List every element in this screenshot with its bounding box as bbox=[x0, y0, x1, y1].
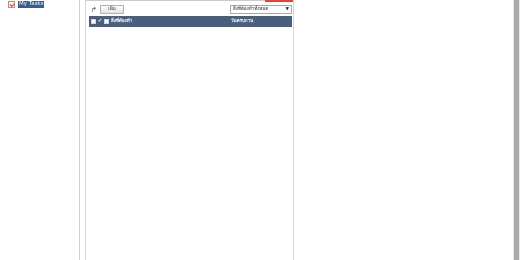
sidebar-item-label: My Tasks bbox=[18, 0, 45, 8]
task-panel: ↱ เพิ่ม สิ่งที่ต้องทำทั้งหมด ▼ ✔ สิ่งที่… bbox=[85, 0, 294, 260]
add-task-button[interactable]: เพิ่ม bbox=[100, 5, 124, 14]
app-root: My Tasks ↱ เพิ่ม สิ่งที่ต้องทำทั้งหมด ▼ … bbox=[0, 0, 520, 260]
priority-checkbox[interactable] bbox=[104, 19, 109, 24]
scrollbar-thumb[interactable] bbox=[514, 0, 519, 260]
panel-accent-mark bbox=[265, 0, 293, 2]
chevron-down-icon: ▼ bbox=[285, 7, 289, 12]
task-list bbox=[89, 27, 292, 260]
page-scrollbar[interactable] bbox=[513, 0, 520, 260]
task-list-icon bbox=[8, 0, 15, 8]
column-header-task[interactable]: สิ่งที่ต้องทำ bbox=[111, 18, 132, 25]
task-toolbar: ↱ เพิ่ม สิ่งที่ต้องทำทั้งหมด ▼ bbox=[91, 5, 292, 15]
task-table-header: ✔ สิ่งที่ต้องทำ วันครบกาน bbox=[89, 16, 292, 27]
completed-tick-icon: ✔ bbox=[98, 18, 103, 24]
redo-arrow-icon[interactable]: ↱ bbox=[91, 7, 98, 14]
sidebar: My Tasks bbox=[0, 0, 80, 260]
task-filter-dropdown[interactable]: สิ่งที่ต้องทำทั้งหมด ▼ bbox=[230, 5, 292, 14]
task-filter-value: สิ่งที่ต้องทำทั้งหมด bbox=[233, 7, 269, 12]
sidebar-divider bbox=[79, 0, 80, 260]
sidebar-item-my-tasks[interactable]: My Tasks bbox=[8, 0, 45, 8]
column-header-due-date[interactable]: วันครบกาน bbox=[231, 18, 253, 25]
panel-top-border bbox=[86, 0, 293, 1]
select-all-checkbox[interactable] bbox=[91, 19, 96, 24]
